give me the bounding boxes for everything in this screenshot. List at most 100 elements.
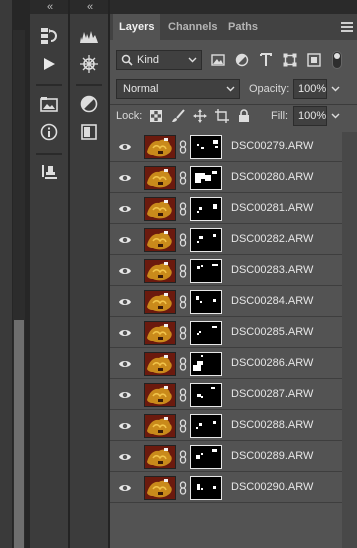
tool-separator — [36, 153, 62, 155]
visibility-eye-icon[interactable] — [118, 451, 132, 463]
layer-mask-thumbnail[interactable] — [190, 135, 222, 159]
layer-thumbnail[interactable] — [144, 445, 176, 469]
layer-mask-thumbnail[interactable] — [190, 476, 222, 500]
collapse-button-col2[interactable]: « — [70, 0, 108, 14]
layer-thumbnail[interactable] — [144, 166, 176, 190]
visibility-eye-icon[interactable] — [118, 358, 132, 370]
visibility-eye-icon[interactable] — [118, 327, 132, 339]
visibility-eye-icon[interactable] — [118, 482, 132, 494]
lock-position-icon[interactable] — [193, 109, 207, 123]
layer-row[interactable]: DSC00286.ARW — [110, 349, 342, 379]
link-chain-icon[interactable] — [179, 419, 187, 433]
layer-row[interactable]: DSC00283.ARW — [110, 256, 342, 286]
layer-mask-thumbnail[interactable] — [190, 197, 222, 221]
visibility-eye-icon[interactable] — [118, 296, 132, 308]
layer-row[interactable]: DSC00289.ARW — [110, 442, 342, 472]
tab-paths[interactable]: Paths — [222, 14, 264, 40]
layer-mask-thumbnail[interactable] — [190, 383, 222, 407]
adjustments-icon[interactable] — [77, 92, 101, 116]
play-icon[interactable] — [37, 52, 61, 76]
link-chain-icon[interactable] — [179, 388, 187, 402]
link-chain-icon[interactable] — [179, 357, 187, 371]
tab-channels[interactable]: Channels — [162, 14, 224, 40]
panel-grip[interactable] — [110, 0, 357, 14]
layer-thumbnail[interactable] — [144, 290, 176, 314]
layer-row[interactable]: DSC00287.ARW — [110, 380, 342, 410]
layer-thumbnail[interactable] — [144, 135, 176, 159]
opacity-input[interactable]: 100% — [293, 79, 327, 99]
clone-stamp-icon[interactable] — [37, 160, 61, 184]
layer-row[interactable]: DSC00284.ARW — [110, 287, 342, 317]
layer-name: DSC00290.ARW — [231, 481, 314, 493]
collapse-button-col1[interactable]: « — [30, 0, 68, 14]
shape-filter-icon[interactable] — [282, 52, 298, 68]
layer-row[interactable]: DSC00280.ARW — [110, 163, 342, 193]
filter-kind-select[interactable]: Kind — [116, 50, 202, 70]
styles-icon[interactable] — [77, 120, 101, 144]
lock-artboard-icon[interactable] — [215, 109, 229, 123]
lock-paint-icon[interactable] — [171, 109, 185, 123]
folder-image-icon[interactable] — [37, 92, 61, 116]
layer-name: DSC00282.ARW — [231, 233, 314, 245]
image-filter-icon[interactable] — [210, 52, 226, 68]
layer-mask-thumbnail[interactable] — [190, 166, 222, 190]
link-chain-icon[interactable] — [179, 326, 187, 340]
fill-input[interactable]: 100% — [293, 106, 327, 126]
layer-row[interactable]: DSC00282.ARW — [110, 225, 342, 255]
visibility-eye-icon[interactable] — [118, 172, 132, 184]
link-chain-icon[interactable] — [179, 233, 187, 247]
info-icon[interactable] — [37, 120, 61, 144]
layer-thumbnail[interactable] — [144, 228, 176, 252]
layer-row[interactable]: DSC00281.ARW — [110, 194, 342, 224]
layer-row[interactable]: DSC00279.ARW — [110, 132, 342, 162]
layer-thumbnail[interactable] — [144, 259, 176, 283]
canvas-scroll-thumb[interactable] — [14, 320, 24, 548]
layer-thumbnail[interactable] — [144, 383, 176, 407]
smart-object-filter-icon[interactable] — [306, 52, 322, 68]
link-chain-icon[interactable] — [179, 202, 187, 216]
lock-all-icon[interactable] — [237, 109, 251, 123]
layer-mask-thumbnail[interactable] — [190, 414, 222, 438]
link-chain-icon[interactable] — [179, 264, 187, 278]
lock-transparent-icon[interactable] — [149, 109, 163, 123]
link-chain-icon[interactable] — [179, 450, 187, 464]
adjustment-filter-icon[interactable] — [234, 52, 250, 68]
tool-separator — [76, 84, 102, 86]
visibility-eye-icon[interactable] — [118, 389, 132, 401]
visibility-eye-icon[interactable] — [118, 203, 132, 215]
opacity-dropdown-button[interactable] — [328, 79, 342, 99]
link-chain-icon[interactable] — [179, 295, 187, 309]
layer-thumbnail[interactable] — [144, 476, 176, 500]
layer-name: DSC00281.ARW — [231, 202, 314, 214]
tab-layers[interactable]: Layers — [113, 14, 161, 40]
type-filter-icon[interactable] — [258, 52, 274, 68]
visibility-eye-icon[interactable] — [118, 141, 132, 153]
visibility-eye-icon[interactable] — [118, 420, 132, 432]
layer-thumbnail[interactable] — [144, 414, 176, 438]
layer-mask-thumbnail[interactable] — [190, 352, 222, 376]
panel-menu-icon[interactable] — [341, 20, 353, 34]
blend-mode-select[interactable]: Normal — [116, 79, 240, 99]
layer-thumbnail[interactable] — [144, 321, 176, 345]
layer-thumbnail[interactable] — [144, 197, 176, 221]
layer-row[interactable]: DSC00290.ARW — [110, 473, 342, 503]
filter-toggle-switch[interactable] — [332, 51, 342, 69]
layers-scrollbar[interactable] — [342, 132, 357, 548]
history-icon[interactable] — [37, 24, 61, 48]
layer-thumbnail[interactable] — [144, 352, 176, 376]
layer-row[interactable]: DSC00288.ARW — [110, 411, 342, 441]
layer-row[interactable]: DSC00285.ARW — [110, 318, 342, 348]
layer-mask-thumbnail[interactable] — [190, 290, 222, 314]
navigator-icon[interactable] — [77, 52, 101, 76]
visibility-eye-icon[interactable] — [118, 234, 132, 246]
link-chain-icon[interactable] — [179, 171, 187, 185]
fill-dropdown-button[interactable] — [328, 106, 342, 126]
layer-mask-thumbnail[interactable] — [190, 259, 222, 283]
histogram-icon[interactable] — [77, 24, 101, 48]
layer-mask-thumbnail[interactable] — [190, 321, 222, 345]
visibility-eye-icon[interactable] — [118, 265, 132, 277]
link-chain-icon[interactable] — [179, 481, 187, 495]
link-chain-icon[interactable] — [179, 140, 187, 154]
layer-mask-thumbnail[interactable] — [190, 228, 222, 252]
layer-mask-thumbnail[interactable] — [190, 445, 222, 469]
